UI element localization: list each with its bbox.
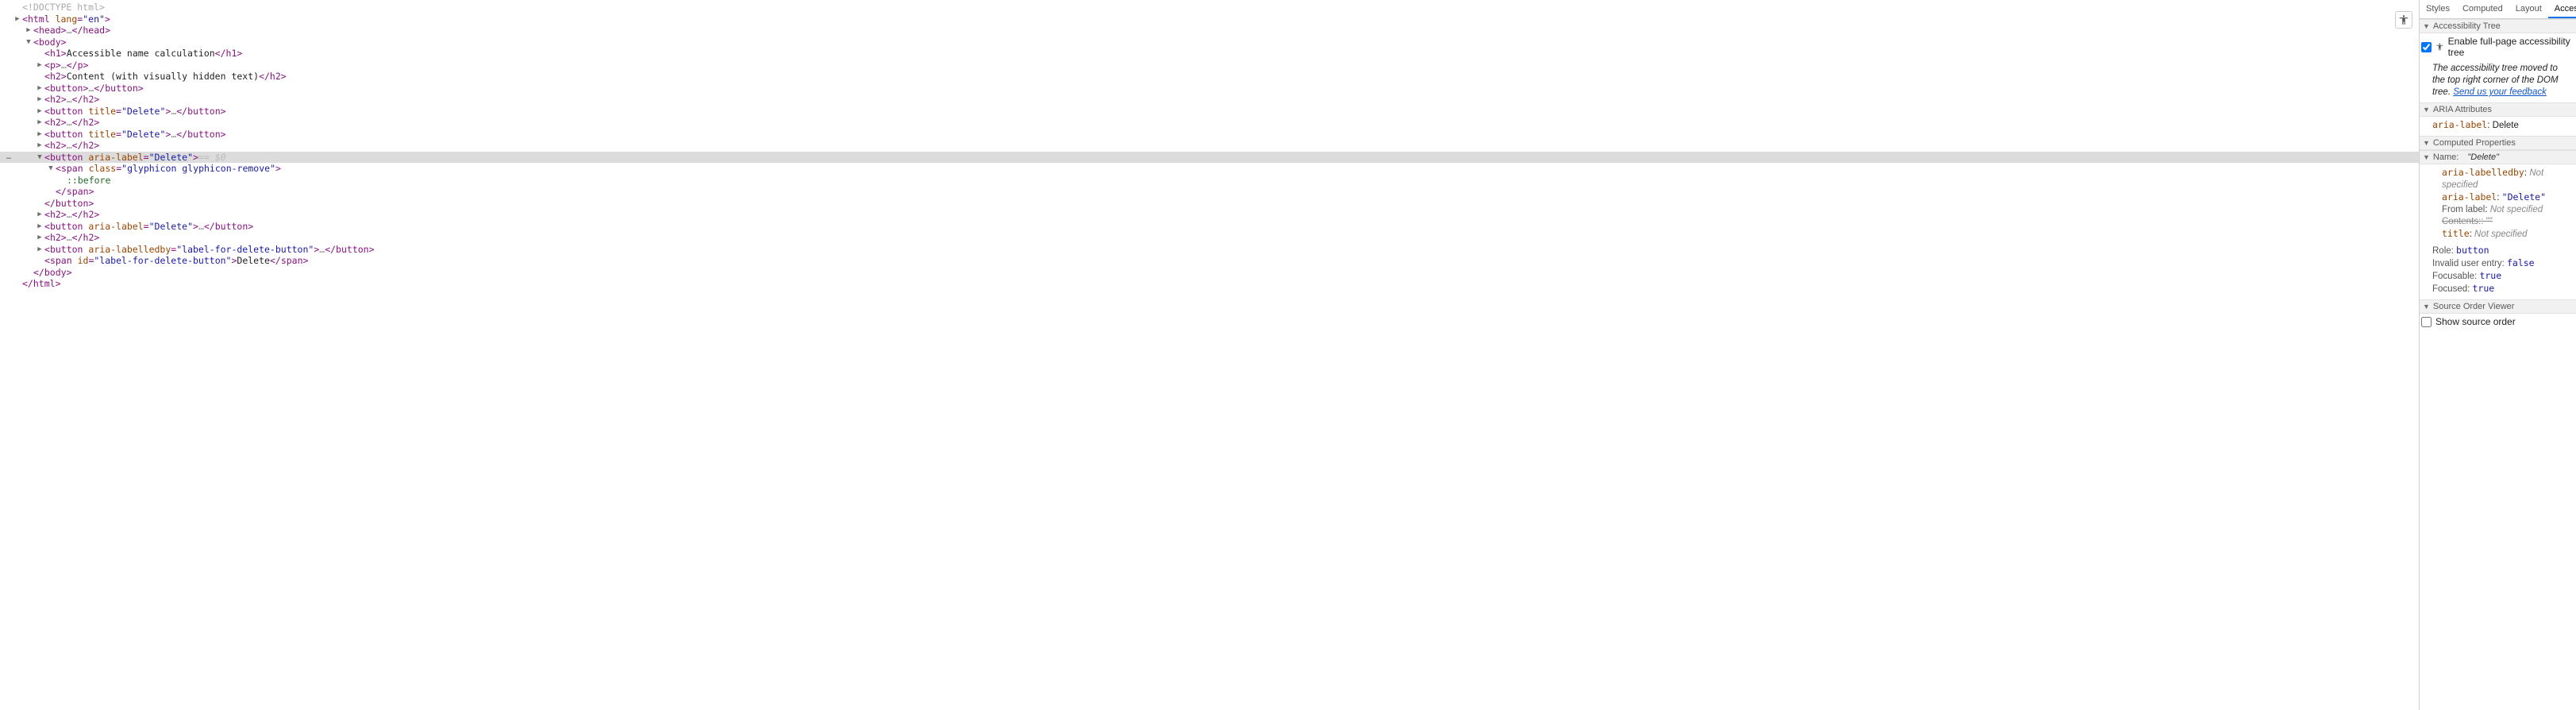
chevron-right-icon[interactable]: ▶ <box>37 140 43 151</box>
dom-tree-line[interactable]: ▶<h2>…</h2> <box>0 232 2419 244</box>
enable-fullpage-a11y-tree-checkbox[interactable] <box>2421 42 2432 52</box>
accessibility-person-icon <box>2398 14 2409 25</box>
chevron-down-icon[interactable]: ▼ <box>37 152 43 163</box>
dom-tree-line[interactable]: ▶<h2>…</h2> <box>0 140 2419 152</box>
tab-layout[interactable]: Layout <box>2509 0 2548 18</box>
computed-prop-row: Role: button <box>2432 245 2571 257</box>
dom-tree-line[interactable]: ▶<!DOCTYPE html> <box>0 2 2419 14</box>
computed-name-row[interactable]: ▼ Name: "Delete" <box>2420 150 2576 164</box>
dom-tree-line[interactable]: ▶<p>…</p> <box>0 60 2419 71</box>
chevron-right-icon[interactable]: ▶ <box>37 117 43 128</box>
chevron-down-icon: ▼ <box>2423 22 2430 30</box>
enable-fullpage-a11y-tree-row[interactable]: Enable full-page accessibility tree <box>2420 33 2576 60</box>
chevron-down-icon: ▼ <box>2423 139 2430 147</box>
section-header-aria-attributes[interactable]: ▼ ARIA Attributes <box>2420 102 2576 117</box>
show-source-order-checkbox[interactable] <box>2421 317 2432 327</box>
dom-tree-line[interactable]: ▶<head>…</head> <box>0 25 2419 37</box>
computed-prop-row: Invalid user entry: false <box>2432 257 2571 270</box>
dom-tree-line[interactable]: ▶<h2>…</h2> <box>0 209 2419 221</box>
dom-tree-line[interactable]: ▶<h1>Accessible name calculation</h1> <box>0 48 2419 60</box>
section-title: ARIA Attributes <box>2433 105 2492 114</box>
dom-tree-line[interactable]: ▶</body> <box>0 267 2419 279</box>
dom-tree-line[interactable]: ▶<button aria-labelledby="label-for-dele… <box>0 244 2419 256</box>
computed-name-source-row: title: Not specified <box>2432 228 2571 241</box>
checkbox-label: Show source order <box>2435 316 2516 327</box>
dom-tree-line[interactable]: ▶</span> <box>0 186 2419 198</box>
chevron-right-icon[interactable]: ▶ <box>37 83 43 94</box>
chevron-right-icon[interactable]: ▶ <box>37 209 43 220</box>
chevron-down-icon: ▼ <box>2423 153 2430 161</box>
dom-tree-line[interactable]: ▶<html lang="en"> <box>0 14 2419 25</box>
dom-tree-line[interactable]: ▶<span id="label-for-delete-button">Dele… <box>0 255 2419 267</box>
section-header-source-order[interactable]: ▼ Source Order Viewer <box>2420 299 2576 314</box>
tab-computed[interactable]: Computed <box>2456 0 2509 18</box>
dom-tree-line[interactable]: ▶<h2>Content (with visually hidden text)… <box>0 71 2419 83</box>
chevron-right-icon[interactable]: ▶ <box>14 14 21 25</box>
chevron-down-icon: ▼ <box>2423 106 2430 114</box>
computed-name-source-row: aria-labelledby: Not specified <box>2432 167 2571 191</box>
chevron-right-icon[interactable]: ▶ <box>25 25 32 36</box>
section-title: Source Order Viewer <box>2433 302 2515 311</box>
dom-tree-line[interactable]: ▶<button title="Delete">…</button> <box>0 106 2419 118</box>
tab-accessibility[interactable]: Accessibility <box>2548 0 2576 18</box>
send-feedback-link[interactable]: Send us your feedback <box>2453 87 2547 97</box>
chevron-right-icon[interactable]: ▶ <box>37 232 43 243</box>
computed-prop-row: Focused: true <box>2432 283 2571 295</box>
chevron-down-icon[interactable]: ▼ <box>25 37 32 48</box>
dom-tree-line[interactable]: ▶<button aria-label="Delete">…</button> <box>0 221 2419 233</box>
section-header-accessibility-tree[interactable]: ▼ Accessibility Tree <box>2420 19 2576 33</box>
chevron-down-icon[interactable]: ▼ <box>48 163 54 174</box>
chevron-right-icon[interactable]: ▶ <box>37 221 43 232</box>
dom-tree-line[interactable]: ▶</button> <box>0 198 2419 210</box>
computed-other-props: Role: buttonInvalid user entry: falseFoc… <box>2420 245 2576 299</box>
section-header-computed-properties[interactable]: ▼ Computed Properties <box>2420 136 2576 150</box>
computed-name-source-row: Contents:: "" <box>2432 216 2571 228</box>
devtools-root: ▶<!DOCTYPE html>▶<html lang="en">▶<head>… <box>0 0 2576 710</box>
tab-styles[interactable]: Styles <box>2420 0 2456 18</box>
section-title: Accessibility Tree <box>2433 21 2501 31</box>
accessibility-person-icon <box>2435 42 2444 52</box>
aria-attr-row: aria-label: Delete <box>2432 119 2571 132</box>
computed-name-source-row: From label: Not specified <box>2432 204 2571 216</box>
chevron-right-icon[interactable]: ▶ <box>37 106 43 117</box>
chevron-down-icon: ▼ <box>2423 303 2430 311</box>
a11y-tree-moved-message: The accessibility tree moved to the top … <box>2420 60 2576 102</box>
chevron-right-icon[interactable]: ▶ <box>37 129 43 140</box>
aria-attributes-body: aria-label: Delete <box>2420 117 2576 136</box>
computed-name-source-row: aria-label: "Delete" <box>2432 191 2571 204</box>
dom-tree-line[interactable]: ▶</html> <box>0 278 2419 290</box>
accessibility-tree-toggle-icon[interactable] <box>2395 11 2412 29</box>
chevron-right-icon[interactable]: ▶ <box>37 94 43 105</box>
checkbox-label: Enable full-page accessibility tree <box>2448 36 2573 58</box>
dom-tree-line[interactable]: …▼<button aria-label="Delete"> == $0 <box>0 152 2419 164</box>
computed-name-sources: aria-labelledby: Not specifiedaria-label… <box>2420 164 2576 245</box>
chevron-right-icon[interactable]: ▶ <box>37 244 43 255</box>
dom-tree-line[interactable]: ▶<h2>…</h2> <box>0 117 2419 129</box>
show-source-order-row[interactable]: Show source order <box>2420 314 2576 330</box>
dom-tree-line[interactable]: ▶<button>…</button> <box>0 83 2419 95</box>
dom-tree-line[interactable]: ▼<span class="glyphicon glyphicon-remove… <box>0 163 2419 175</box>
dom-tree-line[interactable]: ▶<h2>…</h2> <box>0 94 2419 106</box>
sidebar-panel: StylesComputedLayoutAccessibility ▼ Acce… <box>2419 0 2576 710</box>
dom-tree-line[interactable]: ▼<body> <box>0 37 2419 48</box>
sidebar-tabstrip: StylesComputedLayoutAccessibility <box>2420 0 2576 19</box>
section-title: Computed Properties <box>2433 138 2516 148</box>
computed-prop-row: Focusable: true <box>2432 270 2571 283</box>
elements-dom-tree[interactable]: ▶<!DOCTYPE html>▶<html lang="en">▶<head>… <box>0 0 2419 710</box>
chevron-right-icon[interactable]: ▶ <box>37 60 43 71</box>
dom-tree-line[interactable]: ▶::before <box>0 175 2419 187</box>
dom-tree-line[interactable]: ▶<button title="Delete">…</button> <box>0 129 2419 141</box>
